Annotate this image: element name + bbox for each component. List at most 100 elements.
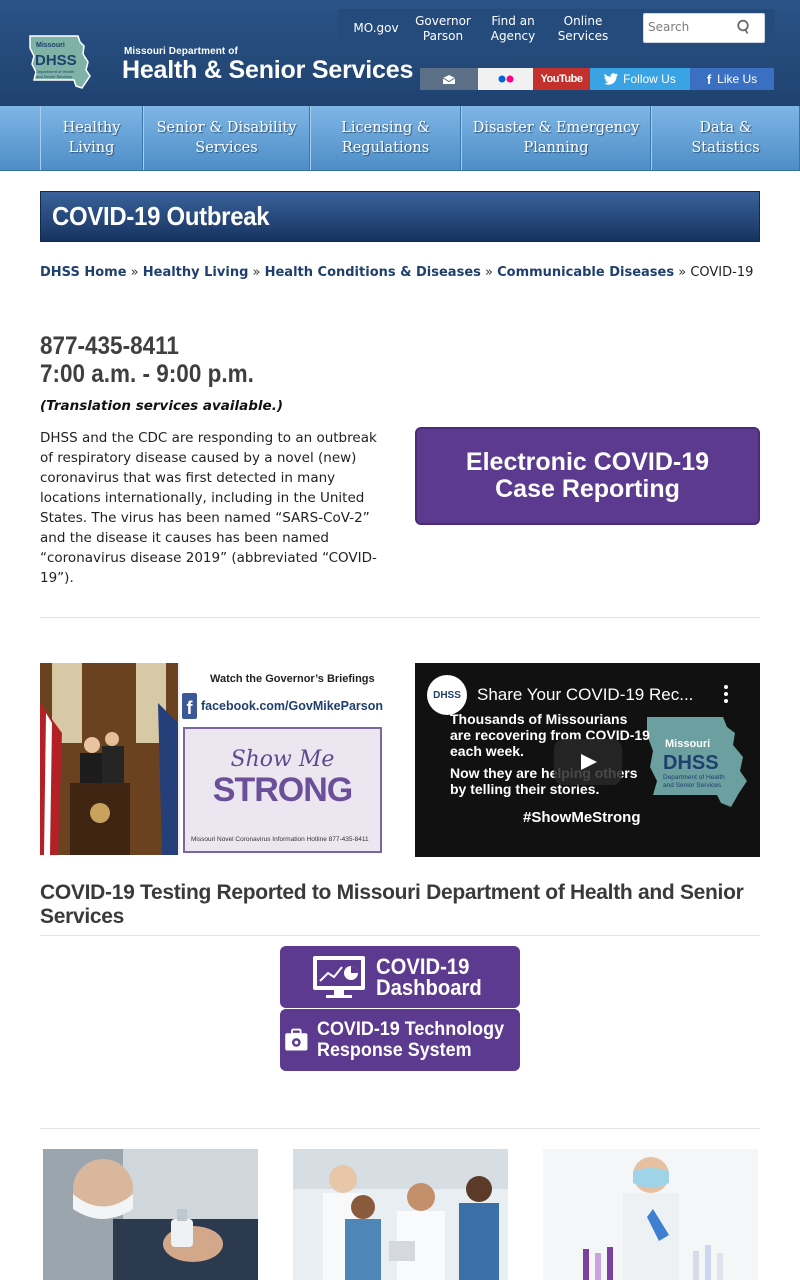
medical-team-image xyxy=(293,1149,508,1280)
video-hashtag: #ShowMeStrong xyxy=(523,809,641,826)
nav-licensing-regulations[interactable]: Licensing & Regulations xyxy=(310,106,461,170)
flickr-button[interactable] xyxy=(478,68,533,90)
video-map-sub2: and Senior Services xyxy=(663,782,722,789)
logo-badge-text: DHSS xyxy=(35,52,77,69)
youtube-icon: YouTube xyxy=(540,73,583,85)
governor-briefings-banner[interactable]: Watch the Governor’s Briefings f faceboo… xyxy=(40,663,385,855)
missouri-map-icon: Missouri DHSS Department of Health and S… xyxy=(29,35,91,89)
svg-text:Missouri: Missouri xyxy=(36,42,65,49)
youtube-button[interactable]: YouTube xyxy=(533,68,590,90)
divider xyxy=(40,1128,760,1129)
facebook-like-label: Like Us xyxy=(717,72,758,86)
report-button-line2: Case Reporting xyxy=(495,475,680,503)
nav-healthy-living[interactable]: Healthy Living xyxy=(40,106,143,170)
photo-hand-sanitizer[interactable] xyxy=(43,1149,258,1280)
breadcrumb-separator: » xyxy=(252,265,265,280)
lab-technician-image xyxy=(543,1149,758,1280)
photo-lab-technician[interactable] xyxy=(543,1149,758,1280)
video-title[interactable]: Share Your COVID-19 Rec... xyxy=(477,685,693,705)
tech-label-line2: Response System xyxy=(316,1039,472,1061)
video-map-badge: DHSS xyxy=(663,752,719,774)
video-map-title: Missouri xyxy=(665,738,710,750)
show-me-text: Show Me xyxy=(230,747,335,772)
youtube-video-embed[interactable]: Missouri DHSS Department of Health and S… xyxy=(415,663,760,857)
nav-senior-disability-services[interactable]: Senior & Disability Services xyxy=(143,106,310,170)
dashboard-monitor-icon xyxy=(313,956,365,998)
facebook-f-icon: f xyxy=(706,71,712,87)
show-me-strong-card: Show Me STRONG Missouri Novel Coronaviru… xyxy=(183,727,382,853)
breadcrumb-current: COVID-19 xyxy=(690,265,754,280)
governor-parson-link[interactable]: Governor Parson xyxy=(412,14,474,44)
toolbox-gear-icon xyxy=(285,1028,308,1051)
search-input[interactable] xyxy=(648,20,736,34)
divider xyxy=(40,617,760,618)
technology-response-system-button[interactable]: COVID-19 Technology Response System xyxy=(280,1009,520,1071)
breadcrumb-separator: » xyxy=(130,265,143,280)
nav-label: Data & Statistics xyxy=(691,120,760,156)
governor-podium-illustration xyxy=(40,663,178,855)
page-title-bar: COVID-19 Outbreak xyxy=(40,191,760,242)
breadcrumb-separator: » xyxy=(678,265,691,280)
hotline-hours: 7:00 a.m. - 9:00 p.m. xyxy=(40,360,254,388)
intro-paragraph: DHSS and the CDC are responding to an ou… xyxy=(40,430,377,586)
video-missouri-map: Missouri DHSS Department of Health and S… xyxy=(647,717,747,807)
governor-facebook-row: f facebook.com/GovMikeParson xyxy=(182,691,383,721)
flickr-icon xyxy=(498,75,513,83)
governor-podium-photo xyxy=(40,663,178,855)
main-navigation: Healthy Living Senior & Disability Servi… xyxy=(0,106,800,171)
play-icon xyxy=(581,754,597,770)
tech-label-line1: COVID-19 Technology xyxy=(316,1018,504,1040)
logo-title: Health & Senior Services xyxy=(122,56,414,84)
svg-text:and Senior Services: and Senior Services xyxy=(36,74,72,79)
twitter-follow-label: Follow Us xyxy=(623,72,676,86)
search-icon[interactable] xyxy=(736,19,752,35)
covid-dashboard-button[interactable]: COVID-19 Dashboard xyxy=(280,946,520,1008)
tech-button-label: COVID-19 Technology Response System xyxy=(317,1019,504,1061)
twitter-bird-icon xyxy=(604,73,619,85)
facebook-icon: f xyxy=(182,693,197,719)
mo-gov-link[interactable]: MO.gov xyxy=(352,21,400,36)
channel-avatar[interactable]: DHSS xyxy=(427,675,467,715)
hand-sanitizer-image xyxy=(43,1149,258,1280)
electronic-case-reporting-button[interactable]: Electronic COVID-19 Case Reporting xyxy=(415,427,760,525)
breadcrumb-health-conditions[interactable]: Health Conditions & Diseases xyxy=(265,265,481,280)
breadcrumb-healthy-living[interactable]: Healthy Living xyxy=(143,265,249,280)
breadcrumb: DHSS Home » Healthy Living » Health Cond… xyxy=(40,263,760,283)
page-title: COVID-19 Outbreak xyxy=(52,201,270,231)
hotline-caption: Missouri Novel Coronavirus Information H… xyxy=(191,836,369,843)
nav-data-statistics[interactable]: Data & Statistics xyxy=(651,106,800,170)
breadcrumb-communicable-diseases[interactable]: Communicable Diseases xyxy=(497,265,674,280)
dashboard-label-line2: Dashboard xyxy=(376,975,482,1000)
nav-label: Disaster & Emergency Planning xyxy=(472,120,640,156)
hotline-phone[interactable]: 877-435-8411 xyxy=(40,332,254,360)
strong-text: STRONG xyxy=(212,771,353,809)
translation-note: (Translation services available.) xyxy=(40,398,284,414)
governor-facebook-url: facebook.com/GovMikeParson xyxy=(200,699,383,713)
online-services-link[interactable]: Online Services xyxy=(550,14,616,44)
breadcrumb-dhss-home[interactable]: DHSS Home xyxy=(40,265,127,280)
watch-briefings-text: Watch the Governor’s Briefings xyxy=(210,673,375,685)
nav-label: Senior & Disability Services xyxy=(156,120,297,156)
video-map-sub1: Department of Health xyxy=(663,774,725,781)
facebook-like-button[interactable]: f Like Us xyxy=(690,68,774,90)
video-line: Thousands of Missourians xyxy=(450,711,628,727)
find-agency-link[interactable]: Find an Agency xyxy=(484,14,542,44)
photo-medical-team[interactable] xyxy=(293,1149,508,1280)
divider xyxy=(40,935,760,936)
email-signup-button[interactable] xyxy=(420,68,478,90)
nav-label: Healthy Living xyxy=(62,120,121,156)
twitter-follow-button[interactable]: Follow Us xyxy=(590,68,690,90)
video-more-menu-icon[interactable] xyxy=(724,685,730,705)
site-header: Missouri DHSS Department of Health and S… xyxy=(0,0,800,106)
search-box xyxy=(643,13,765,43)
play-button[interactable] xyxy=(554,739,622,785)
dashboard-button-label: COVID-19 Dashboard xyxy=(376,954,482,1000)
hotline-block: 877-435-8411 7:00 a.m. - 9:00 p.m. xyxy=(40,332,254,388)
nav-label: Licensing & Regulations xyxy=(341,120,430,156)
nav-disaster-emergency-planning[interactable]: Disaster & Emergency Planning xyxy=(461,106,651,170)
breadcrumb-separator: » xyxy=(485,265,498,280)
governor-banner-right: Watch the Governor’s Briefings f faceboo… xyxy=(180,663,385,855)
testing-heading: COVID-19 Testing Reported to Missouri De… xyxy=(40,881,744,928)
dashboard-label-line1: COVID-19 xyxy=(376,954,470,979)
report-button-line1: Electronic COVID-19 xyxy=(465,448,710,476)
